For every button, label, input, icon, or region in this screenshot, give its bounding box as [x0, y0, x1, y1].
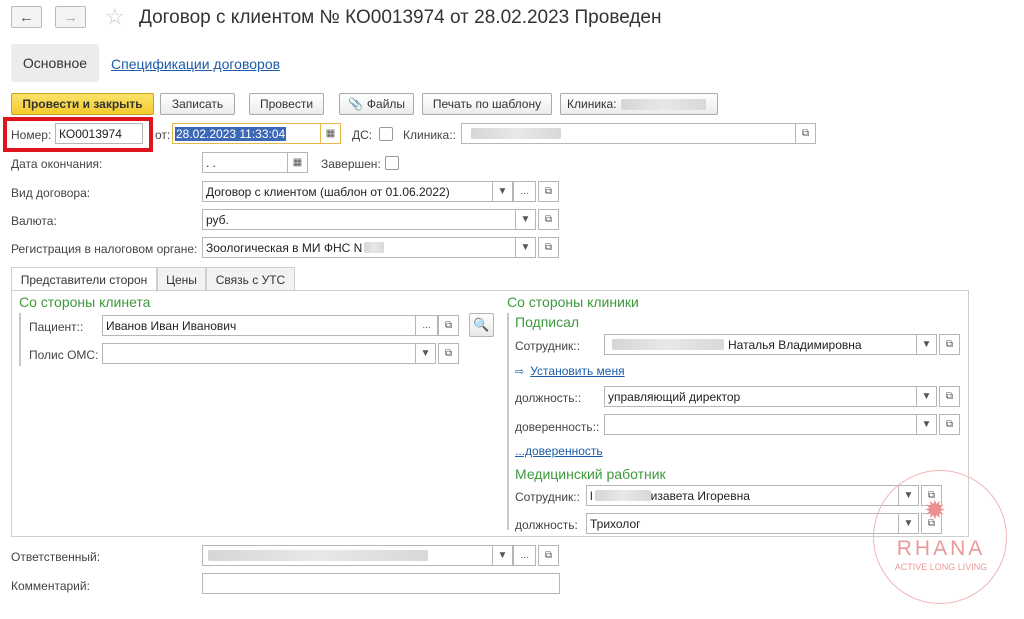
position-label: должность::	[515, 391, 582, 405]
comment-field[interactable]	[202, 573, 560, 594]
ellipsis-icon[interactable]: ...	[415, 315, 438, 336]
open-icon[interactable]: ⧉	[538, 181, 559, 202]
clinic-button[interactable]: Клиника:	[560, 93, 718, 115]
power-label: доверенность::	[515, 420, 600, 434]
redacted-text	[594, 490, 651, 501]
print-template-button[interactable]: Печать по шаблону	[422, 93, 552, 115]
patient-search-icon[interactable]: 🔍	[469, 313, 494, 337]
watermark-tagline: ACTIVE LONG LIVING	[894, 562, 988, 572]
redacted-text	[208, 550, 428, 561]
clinic-side-title: Со стороны клиники	[507, 294, 639, 310]
number-label: Номер:	[11, 128, 52, 142]
end-date-label: Дата окончания:	[11, 157, 103, 171]
calendar-icon[interactable]: ▦	[320, 123, 341, 144]
from-label: от:	[155, 128, 171, 142]
medic-position-field[interactable]: Трихолог	[586, 513, 899, 534]
tab-main[interactable]: Основное	[11, 44, 99, 82]
ellipsis-icon[interactable]: ...	[513, 181, 536, 202]
date-field[interactable]: 28.02.2023 11:33:04	[172, 123, 321, 144]
open-icon[interactable]: ⧉	[939, 334, 960, 355]
open-icon[interactable]: ⧉	[538, 237, 559, 258]
tab-parties[interactable]: Представители сторон	[11, 267, 157, 292]
redacted-text	[612, 339, 724, 350]
chevron-down-icon[interactable]: ▼	[492, 545, 513, 566]
clinic-field[interactable]	[461, 123, 796, 144]
tax-label: Регистрация в налоговом органе:	[11, 242, 198, 256]
open-icon[interactable]: ⧉	[438, 343, 459, 364]
chevron-down-icon[interactable]: ▼	[415, 343, 436, 364]
oms-label: Полис ОМС:	[29, 348, 99, 362]
back-button[interactable]: ←	[11, 6, 42, 28]
ellipsis-icon[interactable]: ...	[513, 545, 536, 566]
clinic-label: Клиника::	[403, 128, 456, 142]
open-icon[interactable]: ⧉	[939, 386, 960, 407]
chevron-down-icon[interactable]: ▼	[916, 334, 937, 355]
ds-checkbox[interactable]	[379, 127, 393, 141]
redacted-text	[620, 98, 706, 110]
tab-specifications[interactable]: Спецификации договоров	[111, 56, 280, 72]
contract-type-label: Вид договора:	[11, 186, 91, 200]
responsible-label: Ответственный:	[11, 550, 101, 564]
tab-uts[interactable]: Связь с УТС	[206, 267, 295, 291]
post-and-close-button[interactable]: Провести и закрыть	[11, 93, 154, 115]
employee-field[interactable]: Наталья Владимировна	[604, 334, 917, 355]
set-me-link[interactable]: ⇨ Установить меня	[515, 364, 625, 378]
star-icon[interactable]: ☆	[105, 4, 125, 30]
group-divider	[19, 313, 21, 366]
virus-icon: ✹	[924, 495, 946, 525]
paperclip-icon: 📎	[347, 97, 363, 111]
patient-field[interactable]: Иванов Иван Иванович	[102, 315, 416, 336]
power-link[interactable]: ...доверенность	[515, 444, 603, 458]
employee-label: Сотрудник::	[515, 339, 580, 353]
forward-button[interactable]: →	[55, 6, 86, 28]
open-icon[interactable]: ⧉	[438, 315, 459, 336]
patient-label: Пациент::	[29, 320, 84, 334]
chevron-down-icon[interactable]: ▼	[515, 209, 536, 230]
open-icon[interactable]: ⧉	[795, 123, 816, 144]
post-button[interactable]: Провести	[249, 93, 324, 115]
end-date-field[interactable]: . .	[202, 152, 288, 173]
user-arrow-icon: ⇨	[515, 365, 525, 378]
tax-field[interactable]: Зоологическая в МИ ФНС N	[202, 237, 516, 258]
ds-label: ДС:	[352, 128, 373, 142]
save-button[interactable]: Записать	[160, 93, 235, 115]
position-field[interactable]: управляющий директор	[604, 386, 917, 407]
signed-title: Подписал	[515, 314, 580, 330]
contract-type-field[interactable]: Договор с клиентом (шаблон от 01.06.2022…	[202, 181, 493, 202]
tab-prices[interactable]: Цены	[157, 267, 206, 291]
number-field[interactable]: КО0013974	[55, 123, 143, 144]
medic-position-label: должность:	[515, 518, 578, 532]
currency-label: Валюта:	[11, 214, 57, 228]
watermark-brand: RHANA	[896, 537, 986, 560]
group-divider	[507, 313, 509, 530]
client-side-title: Со стороны клинета	[19, 294, 151, 310]
chevron-down-icon[interactable]: ▼	[492, 181, 513, 202]
medic-employee-field[interactable]: l изавета Игоревна	[586, 485, 899, 506]
chevron-down-icon[interactable]: ▼	[916, 386, 937, 407]
arrow-left-icon: ←	[19, 8, 34, 26]
open-icon[interactable]: ⧉	[538, 209, 559, 230]
arrow-right-icon: →	[63, 8, 78, 26]
currency-field[interactable]: руб.	[202, 209, 516, 230]
power-field[interactable]	[604, 414, 917, 435]
medic-employee-label: Сотрудник::	[515, 490, 580, 504]
files-button[interactable]: 📎 Файлы	[339, 93, 414, 115]
redacted-text	[471, 128, 561, 139]
medic-title: Медицинский работник	[515, 466, 666, 482]
redacted-text	[364, 242, 385, 253]
chevron-down-icon[interactable]: ▼	[515, 237, 536, 258]
calendar-icon[interactable]: ▦	[287, 152, 308, 173]
responsible-field[interactable]	[202, 545, 493, 566]
completed-label: Завершен:	[321, 157, 381, 171]
open-icon[interactable]: ⧉	[939, 414, 960, 435]
page-title: Договор с клиентом № КО0013974 от 28.02.…	[139, 7, 662, 28]
comment-label: Комментарий:	[11, 579, 90, 593]
completed-checkbox[interactable]	[385, 156, 399, 170]
open-icon[interactable]: ⧉	[538, 545, 559, 566]
oms-field[interactable]	[102, 343, 416, 364]
chevron-down-icon[interactable]: ▼	[916, 414, 937, 435]
watermark-logo: ✹ RHANA ACTIVE LONG LIVING	[873, 470, 1007, 604]
